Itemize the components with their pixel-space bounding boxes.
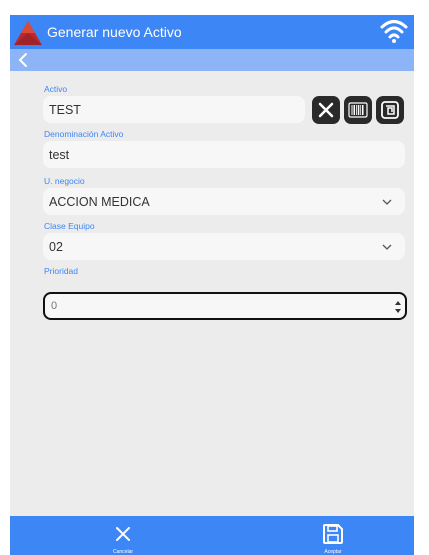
barcode-button[interactable] (344, 96, 372, 124)
cancel-button[interactable]: Cancelar (88, 516, 158, 555)
denominacion-label: Denominación Activo (44, 129, 124, 139)
close-icon (116, 527, 130, 541)
clase-label: Clase Equipo (44, 221, 95, 231)
nfc-icon (381, 101, 399, 119)
prioridad-input[interactable]: 0 (43, 292, 407, 320)
clase-select[interactable]: 02 (43, 233, 405, 260)
chevron-down-icon (382, 199, 392, 205)
clear-button[interactable] (312, 96, 340, 124)
denominacion-value: test (49, 147, 70, 162)
denominacion-input[interactable]: test (43, 141, 405, 168)
chevron-down-icon (382, 244, 392, 250)
top-bar: Generar nuevo Activo (10, 15, 414, 49)
app-frame: Generar nuevo Activo Activo TEST Denomin… (10, 15, 414, 555)
navigation-bar (10, 49, 414, 71)
unegocio-value: ACCION MEDICA (49, 194, 150, 209)
back-icon[interactable] (14, 50, 34, 70)
spinner-icon[interactable] (394, 299, 402, 315)
page-title: Generar nuevo Activo (47, 24, 182, 40)
activo-value: TEST (49, 102, 81, 117)
accept-label: Aceptar (324, 549, 342, 555)
bottom-bar: Cancelar Aceptar (10, 516, 414, 555)
accept-button[interactable]: Aceptar (298, 516, 368, 555)
nfc-button[interactable] (376, 96, 404, 124)
clear-icon (318, 102, 334, 118)
clase-value: 02 (49, 239, 63, 254)
unegocio-select[interactable]: ACCION MEDICA (43, 188, 405, 215)
activo-label: Activo (44, 84, 68, 94)
wifi-icon (380, 20, 408, 43)
prioridad-label: Prioridad (44, 266, 79, 276)
prioridad-value: 0 (51, 300, 58, 312)
activo-input[interactable]: TEST (43, 96, 305, 123)
app-logo-icon (14, 21, 42, 45)
save-icon (323, 524, 343, 544)
unegocio-label: U. negocio (44, 176, 85, 186)
cancel-label: Cancelar (112, 549, 133, 555)
barcode-icon (348, 102, 368, 118)
